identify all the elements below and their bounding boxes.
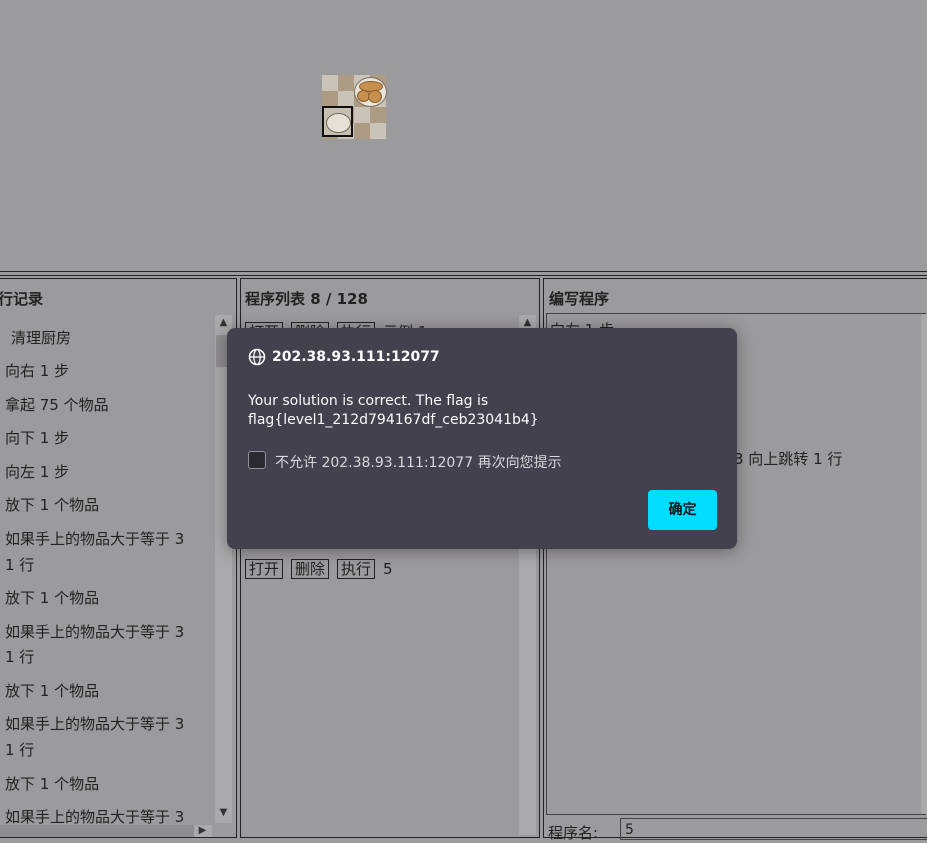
- program-list-title: 程序列表 8 / 128: [245, 290, 368, 308]
- ok-button[interactable]: 确定: [648, 490, 717, 530]
- divider: [0, 271, 927, 272]
- list-item: 1 行: [5, 648, 35, 666]
- suppress-prompts-checkbox[interactable]: [248, 451, 266, 469]
- list-item: 如果手上的物品大于等于 3: [5, 530, 185, 548]
- chevron-up-icon[interactable]: ▲: [519, 317, 536, 328]
- floor-tile: [322, 91, 338, 107]
- program-name: 5: [383, 560, 393, 578]
- list-item: 向下 1 步: [5, 429, 70, 447]
- floor-tile: [338, 91, 354, 107]
- chevron-down-icon[interactable]: ▼: [215, 807, 232, 818]
- code-line: 3 向上跳转 1 行: [734, 450, 843, 468]
- floor-tile: [354, 107, 370, 123]
- program-name-label: 程序名:: [548, 824, 599, 842]
- list-item: 如果手上的物品大于等于 3: [5, 808, 185, 826]
- floor-tile: [354, 123, 370, 139]
- list-item: 如果手上的物品大于等于 3: [5, 623, 185, 641]
- alert-dialog: 202.38.93.111:12077 Your solution is cor…: [227, 328, 737, 549]
- dialog-message-line: Your solution is correct. The flag is: [248, 393, 489, 409]
- editor-scrollbar[interactable]: [921, 314, 927, 814]
- list-item: 1 行: [5, 556, 35, 574]
- open-button[interactable]: 打开: [245, 559, 284, 579]
- dialog-origin: 202.38.93.111:12077: [272, 349, 440, 365]
- list-item: 向右 1 步: [5, 362, 70, 380]
- floor-tile: [322, 75, 338, 91]
- list-item: 向左 1 步: [5, 463, 70, 481]
- globe-icon: [248, 348, 266, 366]
- program-row: 打开 删除 执行 5: [245, 559, 393, 579]
- program-name-input[interactable]: 5: [620, 818, 927, 840]
- empty-plate: [326, 113, 351, 133]
- floor-tile: [338, 75, 354, 91]
- run-button[interactable]: 执行: [337, 559, 376, 579]
- floor-tile: [370, 107, 386, 123]
- divider: [0, 275, 927, 276]
- suppress-prompts-label[interactable]: 不允许 202.38.93.111:12077 再次向您提示: [275, 452, 562, 472]
- scroll-thumb[interactable]: [0, 825, 194, 837]
- list-item: 如果手上的物品大于等于 3: [5, 715, 185, 733]
- selected-cell: [322, 106, 353, 137]
- list-item: 放下 1 个物品: [5, 775, 100, 793]
- food-plate: [354, 77, 387, 107]
- delete-button[interactable]: 删除: [291, 559, 330, 579]
- list-item: 放下 1 个物品: [5, 496, 100, 514]
- chevron-right-icon[interactable]: ▶: [194, 825, 211, 836]
- list-item: 清理厨房: [11, 329, 72, 347]
- list-item: 1 行: [5, 741, 35, 759]
- floor-tile: [370, 123, 386, 139]
- history-title: 行记录: [0, 290, 44, 308]
- list-item: 放下 1 个物品: [5, 589, 100, 607]
- dialog-message: Your solution is correct. The flag is fl…: [248, 392, 539, 430]
- food-item: [368, 90, 382, 103]
- editor-title: 编写程序: [549, 290, 610, 308]
- list-item: 拿起 75 个物品: [5, 396, 109, 414]
- horizontal-scrollbar[interactable]: ▶: [0, 825, 212, 837]
- chevron-up-icon[interactable]: ▲: [215, 317, 232, 328]
- list-item: 放下 1 个物品: [5, 682, 100, 700]
- flag-text: flag{level1_212d794167df_ceb23041b4}: [248, 412, 539, 428]
- program-name-row: 程序名: 5: [548, 818, 927, 843]
- history-panel: 行记录 清理厨房 向右 1 步 拿起 75 个物品 向下 1 步 向左 1 步 …: [0, 278, 237, 838]
